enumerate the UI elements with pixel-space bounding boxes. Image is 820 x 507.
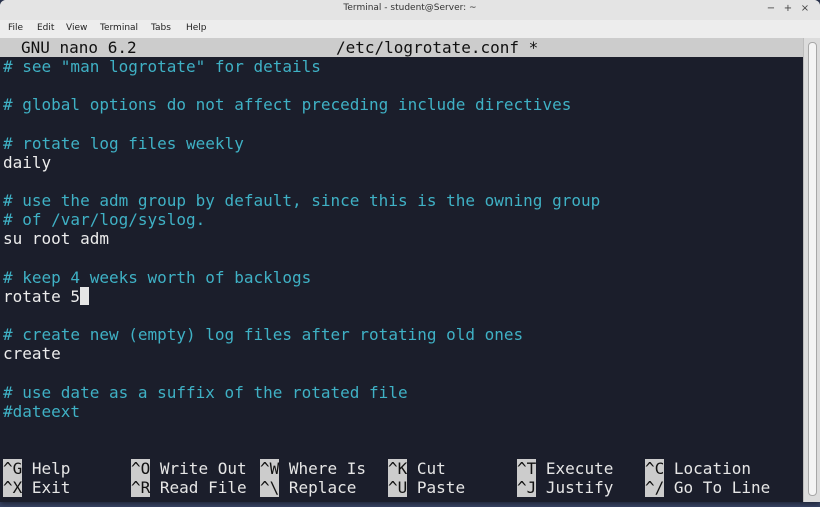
line-text: daily xyxy=(3,152,52,172)
comment-line: #dateext xyxy=(3,402,80,421)
close-icon[interactable]: × xyxy=(799,3,811,15)
line-text: # use the adm group by default, since th… xyxy=(3,191,601,211)
shortcut-key: ^/ xyxy=(645,478,665,497)
shortcut-key: ^J xyxy=(517,478,537,497)
terminal-window: Terminal - student@Server: ~ − + × File … xyxy=(0,0,820,502)
shortcut-key: ^T xyxy=(517,459,537,478)
shortcut-paste[interactable]: ^U Paste xyxy=(388,478,465,497)
shortcut-key: ^W xyxy=(260,459,280,478)
comment-line: # use the adm group by default, since th… xyxy=(3,191,600,210)
comment-line: # keep 4 weeks worth of backlogs xyxy=(3,268,311,287)
line-text: # rotate log files weekly xyxy=(3,133,244,153)
menu-bar: File Edit View Terminal Tabs Help xyxy=(0,20,820,38)
nano-filename: /etc/logrotate.conf * xyxy=(336,38,539,57)
code-line: daily xyxy=(3,153,51,172)
line-text: # use date as a suffix of the rotated fi… xyxy=(3,382,408,402)
shortcut-key: ^C xyxy=(645,459,665,478)
shortcut-cut[interactable]: ^K Cut xyxy=(388,459,446,478)
shortcut-go-to-line[interactable]: ^/ Go To Line xyxy=(645,478,770,497)
shortcut-key: ^\ xyxy=(260,478,280,497)
shortcut-label: Help xyxy=(31,459,71,478)
maximize-icon[interactable]: + xyxy=(782,3,794,15)
code-line: rotate 5 xyxy=(3,286,90,306)
scrollbar[interactable] xyxy=(803,38,820,502)
comment-line: # create new (empty) log files after rot… xyxy=(3,325,523,344)
comment-line: # use date as a suffix of the rotated fi… xyxy=(3,383,408,402)
window-title: Terminal - student@Server: ~ xyxy=(343,3,477,13)
shortcut-label: Read File xyxy=(159,478,247,497)
shortcut-where-is[interactable]: ^W Where Is xyxy=(260,459,366,478)
shortcut-key: ^X xyxy=(3,478,23,497)
shortcut-key: ^O xyxy=(131,459,151,478)
text-cursor xyxy=(80,286,90,305)
comment-line: # global options do not affect preceding… xyxy=(3,95,571,114)
shortcut-help[interactable]: ^G Help xyxy=(3,459,70,478)
code-line: su root adm xyxy=(3,229,109,248)
shortcut-read-file[interactable]: ^R Read File xyxy=(131,478,247,497)
line-text: rotate 5 xyxy=(3,286,81,306)
shortcut-key: ^K xyxy=(388,459,408,478)
menu-tabs[interactable]: Tabs xyxy=(151,23,171,33)
line-text: # keep 4 weeks worth of backlogs xyxy=(3,267,312,287)
menu-file[interactable]: File xyxy=(8,23,23,33)
menu-view[interactable]: View xyxy=(66,23,87,33)
line-text: su root adm xyxy=(3,229,109,249)
line-text: # see "man logrotate" for details xyxy=(3,57,321,76)
line-text: create xyxy=(3,344,61,364)
menu-edit[interactable]: Edit xyxy=(37,23,54,33)
minimize-icon[interactable]: − xyxy=(765,3,777,15)
shortcut-exit[interactable]: ^X Exit xyxy=(3,478,70,497)
scrollbar-thumb[interactable] xyxy=(808,42,817,496)
line-text: #dateext xyxy=(3,401,81,421)
shortcut-key: ^G xyxy=(3,459,23,478)
line-text: # of /var/log/syslog. xyxy=(3,210,206,230)
shortcut-label: Location xyxy=(673,459,751,478)
menu-terminal[interactable]: Terminal xyxy=(100,23,138,33)
shortcut-label: Cut xyxy=(416,459,446,478)
shortcut-label: Execute xyxy=(545,459,614,478)
code-line: create xyxy=(3,344,61,363)
shortcut-replace[interactable]: ^\ Replace xyxy=(260,478,356,497)
line-text: # create new (empty) log files after rot… xyxy=(3,325,524,345)
nano-header: GNU nano 6.2 /etc/logrotate.conf * xyxy=(0,38,803,57)
title-bar[interactable]: Terminal - student@Server: ~ − + × xyxy=(0,0,820,21)
comment-line: # see "man logrotate" for details xyxy=(3,57,321,76)
menu-help[interactable]: Help xyxy=(186,23,207,33)
shortcut-execute[interactable]: ^T Execute xyxy=(517,459,613,478)
shortcut-justify[interactable]: ^J Justify xyxy=(517,478,613,497)
shortcut-label: Justify xyxy=(545,478,614,497)
shortcut-label: Where Is xyxy=(288,459,366,478)
comment-line: # of /var/log/syslog. xyxy=(3,210,205,229)
shortcut-key: ^R xyxy=(131,478,151,497)
nano-version: GNU nano 6.2 xyxy=(21,38,137,57)
comment-line: # rotate log files weekly xyxy=(3,134,244,153)
shortcut-location[interactable]: ^C Location xyxy=(645,459,751,478)
shortcut-label: Paste xyxy=(416,478,466,497)
terminal-content[interactable]: GNU nano 6.2 /etc/logrotate.conf * # see… xyxy=(0,38,803,502)
shortcut-label: Go To Line xyxy=(673,478,771,497)
shortcut-label: Replace xyxy=(288,478,357,497)
shortcut-key: ^U xyxy=(388,478,408,497)
shortcut-label: Exit xyxy=(31,478,71,497)
shortcut-label: Write Out xyxy=(159,459,247,478)
line-text: # global options do not affect preceding… xyxy=(3,95,572,115)
shortcut-write-out[interactable]: ^O Write Out xyxy=(131,459,247,478)
